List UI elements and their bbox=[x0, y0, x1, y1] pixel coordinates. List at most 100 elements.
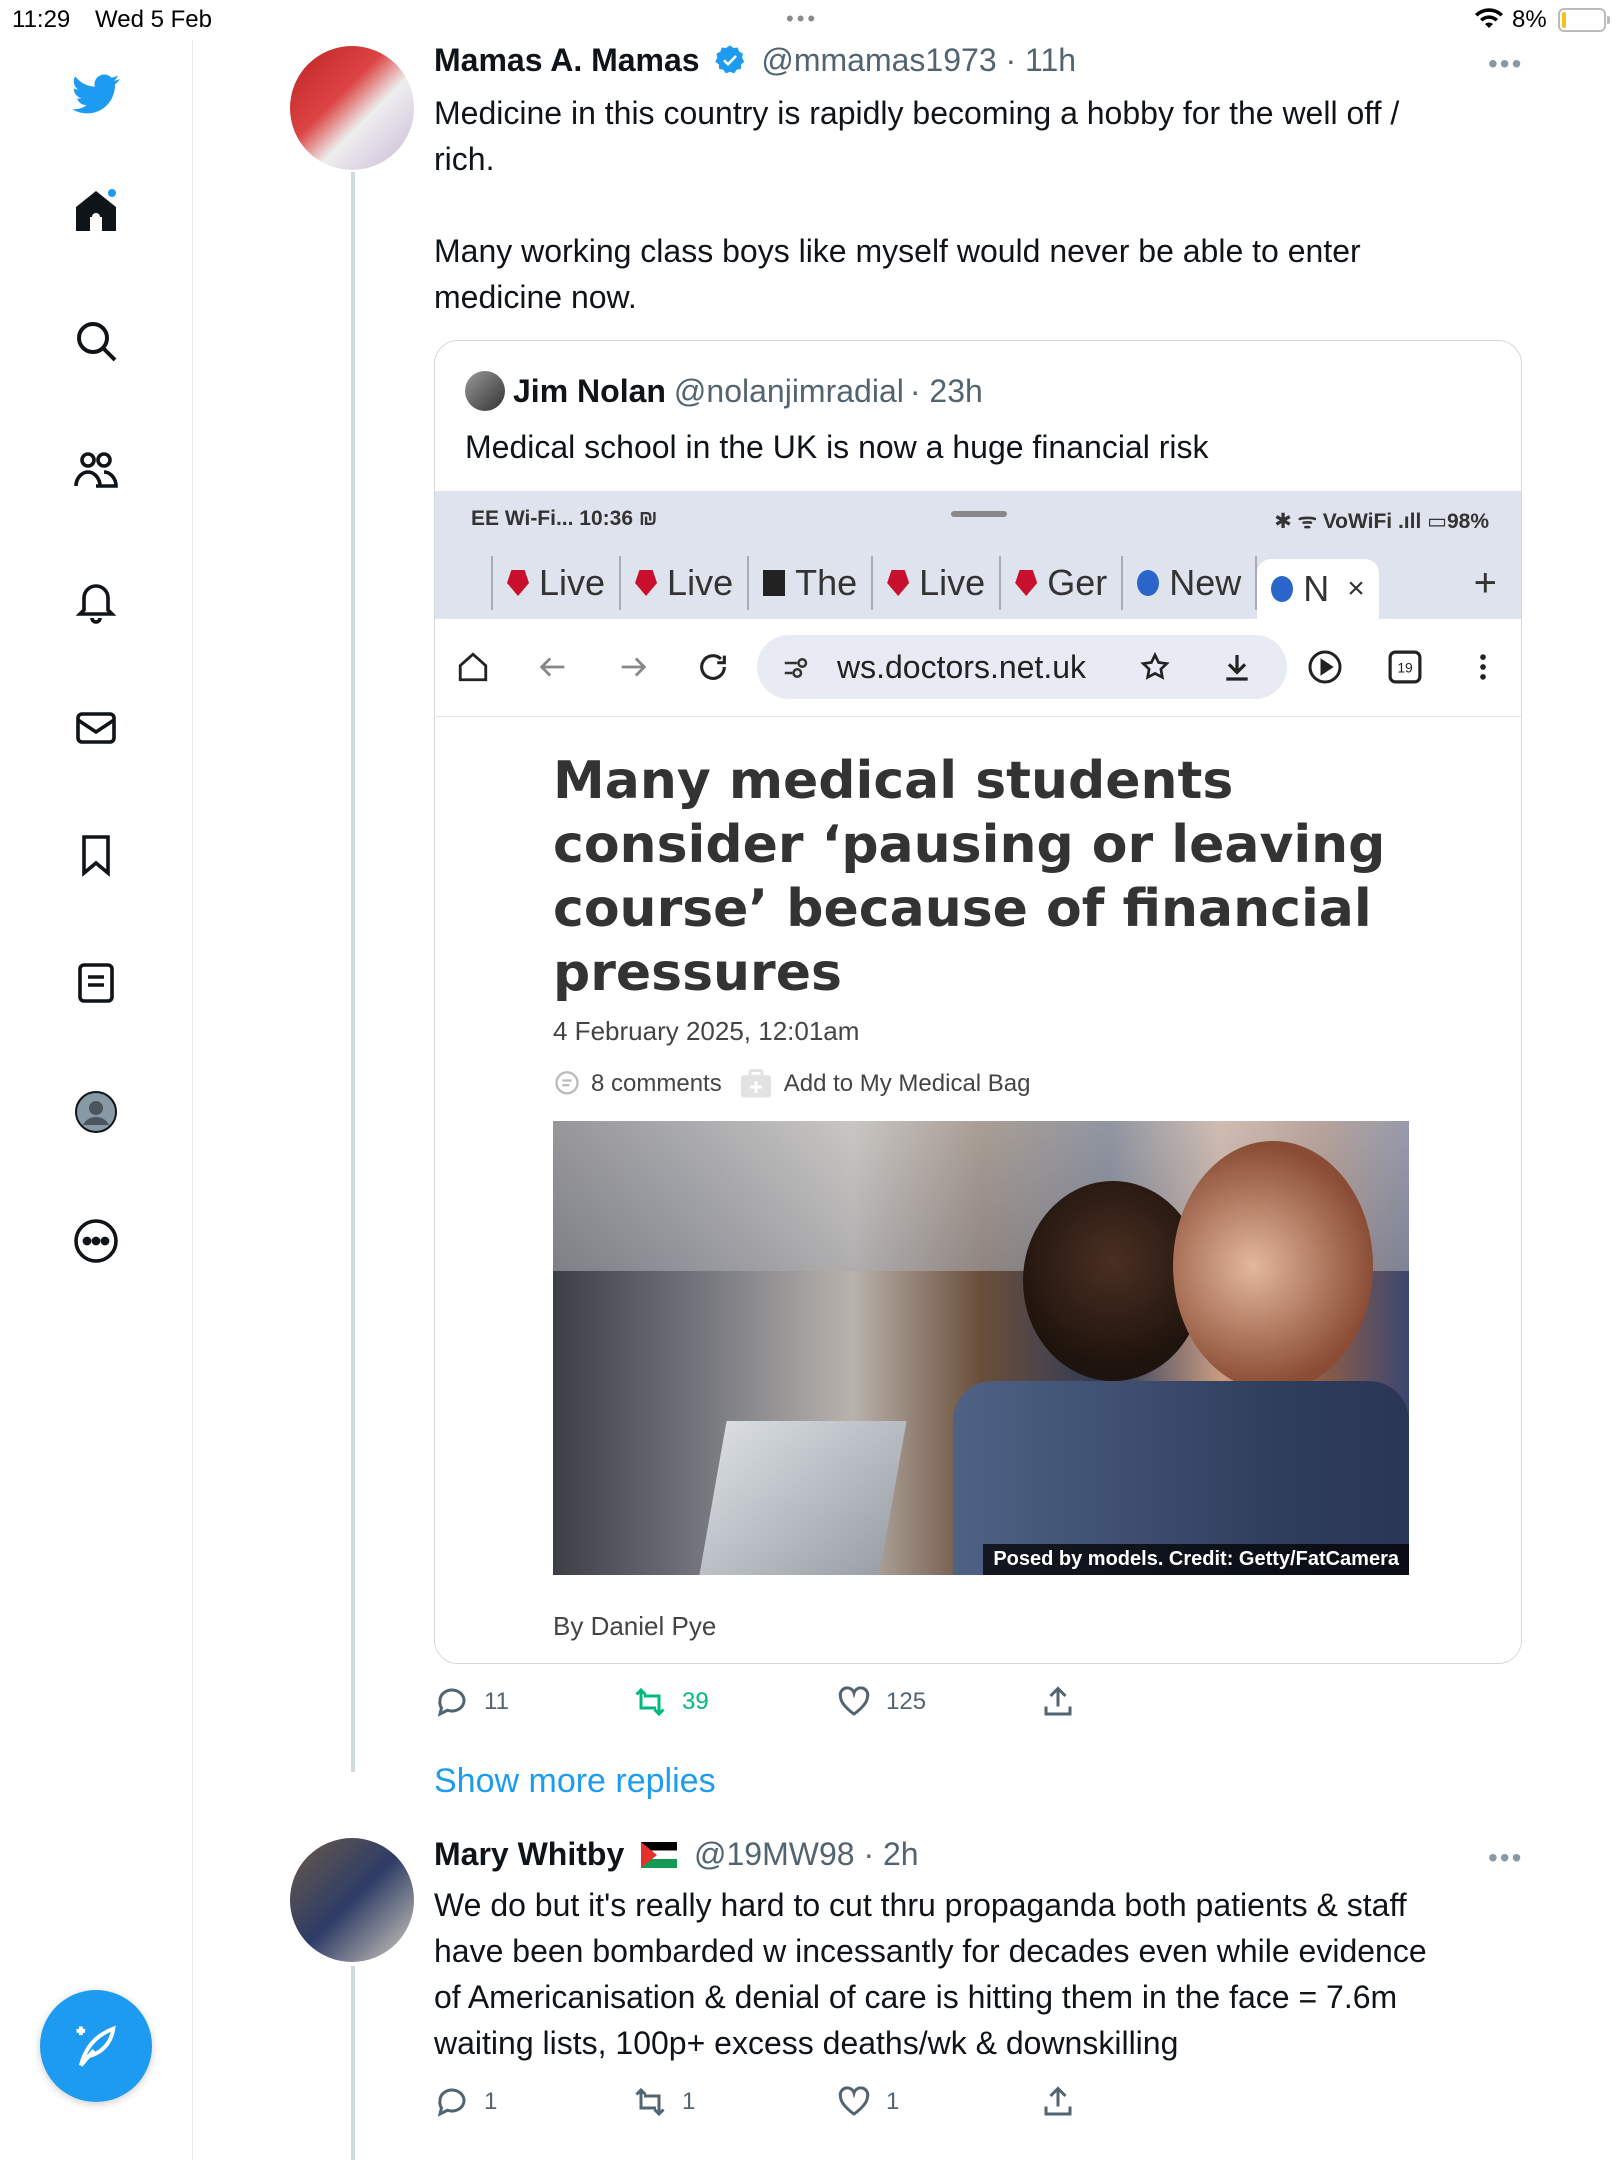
url-text: ws.doctors.net.uk bbox=[837, 648, 1086, 685]
article-byline: By Daniel Pye bbox=[553, 1611, 717, 1641]
battery-percent: 8% bbox=[1512, 6, 1547, 33]
browser-tab: Ger bbox=[1001, 556, 1124, 610]
share-button[interactable] bbox=[1040, 2084, 1090, 2120]
liverpool-crest-icon bbox=[1015, 570, 1038, 596]
status-date: Wed 5 Feb bbox=[95, 6, 212, 33]
like-count: 1 bbox=[886, 2088, 900, 2115]
article-meta: 8 comments Add to My Medical Bag bbox=[553, 1066, 1031, 1102]
heart-icon bbox=[838, 2086, 870, 2116]
more-options-icon[interactable]: ••• bbox=[1488, 48, 1523, 80]
liverpool-crest-icon bbox=[635, 570, 658, 596]
mail-icon[interactable] bbox=[68, 700, 124, 756]
tweet-actions: 1 1 1 bbox=[434, 2084, 1074, 2124]
author-handle[interactable]: @mmamas1973 bbox=[761, 42, 996, 78]
screenshot-status-right: ✱ ᯤ VoWiFi .ıll ▭98% bbox=[1274, 510, 1489, 533]
quote-author-handle: @nolanjimradial bbox=[673, 372, 904, 409]
quote-header: Jim Nolan @nolanjimradial · 23h bbox=[465, 371, 983, 411]
browser-tabs: Live Live The Live Ger New N × + bbox=[435, 547, 1521, 619]
reply-button[interactable]: 1 bbox=[434, 2084, 497, 2120]
bookmark-icon[interactable] bbox=[68, 827, 124, 883]
tweet-text: We do but it's really hard to cut thru p… bbox=[434, 1887, 1427, 2061]
quoted-tweet[interactable]: Jim Nolan @nolanjimradial · 23h Medical … bbox=[434, 340, 1522, 1664]
home-icon bbox=[453, 647, 493, 687]
more-circle-icon[interactable] bbox=[68, 1213, 124, 1269]
star-burst-icon bbox=[1137, 570, 1160, 596]
tweet-text: Medicine in this country is rapidly beco… bbox=[434, 95, 1400, 315]
article-title: Many medical students consider ‘pausing … bbox=[553, 751, 1386, 1003]
quote-time: · 23h bbox=[909, 372, 983, 409]
bell-icon[interactable] bbox=[68, 572, 124, 628]
tweet-time[interactable]: · 11h bbox=[1006, 42, 1077, 78]
share-icon bbox=[1044, 1686, 1072, 1716]
retweet-button[interactable]: 39 bbox=[632, 1684, 709, 1720]
show-more-replies-link[interactable]: Show more replies bbox=[434, 1762, 716, 1801]
status-time: 11:29 bbox=[12, 6, 71, 33]
tab-label: Live bbox=[667, 562, 734, 603]
tweet-header: Mary Whitby @19MW98 · 2h bbox=[434, 1836, 919, 1873]
quote-text: Medical school in the UK is now a huge f… bbox=[465, 429, 1209, 465]
like-button[interactable]: 125 bbox=[836, 1684, 926, 1720]
photo-credit: Posed by models. Credit: Getty/FatCamera bbox=[983, 1544, 1409, 1575]
author-name[interactable]: Mamas A. Mamas bbox=[434, 42, 700, 78]
status-bar: 11:29 Wed 5 Feb ••• 8% bbox=[0, 0, 1620, 40]
star-icon bbox=[1140, 651, 1170, 680]
like-button[interactable]: 1 bbox=[836, 2084, 899, 2120]
screenshot-status-left: EE Wi-Fi... 10:36 ₪ bbox=[471, 507, 658, 530]
drag-handle bbox=[951, 511, 1007, 517]
tweet-time[interactable]: · 2h bbox=[863, 1836, 918, 1872]
retweet-count: 1 bbox=[682, 2088, 696, 2115]
twitter-bird-icon[interactable] bbox=[68, 66, 124, 122]
retweet-icon bbox=[635, 2087, 665, 2117]
forward-arrow-icon bbox=[613, 647, 653, 687]
search-icon[interactable] bbox=[68, 313, 124, 369]
tab-close-icon: × bbox=[1347, 572, 1365, 605]
site-settings-icon bbox=[784, 658, 808, 678]
author-handle[interactable]: @19MW98 bbox=[694, 1836, 855, 1872]
newspaper-icon bbox=[763, 570, 786, 596]
comments-count: 8 comments bbox=[591, 1070, 722, 1097]
medical-bag-icon bbox=[740, 1069, 771, 1098]
retweet-icon bbox=[635, 1687, 665, 1717]
author-name[interactable]: Mary Whitby bbox=[434, 1836, 624, 1872]
more-options-icon[interactable]: ••• bbox=[1488, 1842, 1523, 1874]
reply-button[interactable]: 11 bbox=[434, 1684, 509, 1720]
tweet-actions: 11 39 125 bbox=[434, 1684, 1074, 1724]
photo-student bbox=[1173, 1141, 1373, 1391]
reply-count: 11 bbox=[484, 1688, 509, 1715]
back-arrow-icon bbox=[533, 647, 573, 687]
download-icon bbox=[1226, 655, 1248, 681]
article-date: 4 February 2025, 12:01am bbox=[553, 1016, 860, 1046]
compose-feather-icon bbox=[76, 2025, 116, 2067]
home-icon[interactable] bbox=[68, 183, 124, 239]
reload-icon bbox=[693, 647, 733, 687]
avatar[interactable] bbox=[290, 46, 414, 170]
tab-count: 19 bbox=[1397, 659, 1413, 675]
avatar[interactable] bbox=[290, 1838, 414, 1962]
palestine-flag-icon bbox=[641, 1842, 678, 1868]
browser-tab-active: N × bbox=[1257, 559, 1379, 619]
heart-icon bbox=[838, 1686, 870, 1716]
avatar bbox=[465, 371, 505, 411]
attached-screenshot[interactable]: EE Wi-Fi... 10:36 ₪ ✱ ᯤ VoWiFi .ıll ▭98%… bbox=[435, 491, 1521, 1663]
star-burst-icon bbox=[1271, 576, 1294, 602]
profile-icon[interactable] bbox=[68, 1084, 124, 1140]
tab-label: New bbox=[1169, 562, 1242, 603]
tab-label: Ger bbox=[1047, 562, 1108, 603]
browser-tab: Live bbox=[621, 556, 750, 610]
people-icon[interactable] bbox=[68, 442, 124, 498]
tab-label: The bbox=[795, 562, 858, 603]
browser-tab: Live bbox=[493, 556, 622, 610]
overflow-menu-icon bbox=[1463, 647, 1503, 687]
retweet-button[interactable]: 1 bbox=[632, 2084, 695, 2120]
share-button[interactable] bbox=[1040, 1684, 1090, 1720]
tab-count-icon: 19 bbox=[1385, 647, 1425, 687]
browser-tab: The bbox=[749, 556, 874, 610]
compose-button[interactable] bbox=[40, 1990, 152, 2102]
retweet-count: 39 bbox=[682, 1688, 709, 1715]
comment-icon bbox=[555, 1071, 579, 1095]
multitask-dots[interactable]: ••• bbox=[786, 6, 818, 32]
list-icon[interactable] bbox=[68, 955, 124, 1011]
browser-toolbar: ws.doctors.net.uk 19 bbox=[435, 619, 1521, 717]
tab-label: Live bbox=[539, 562, 606, 603]
share-icon bbox=[1044, 2086, 1072, 2116]
